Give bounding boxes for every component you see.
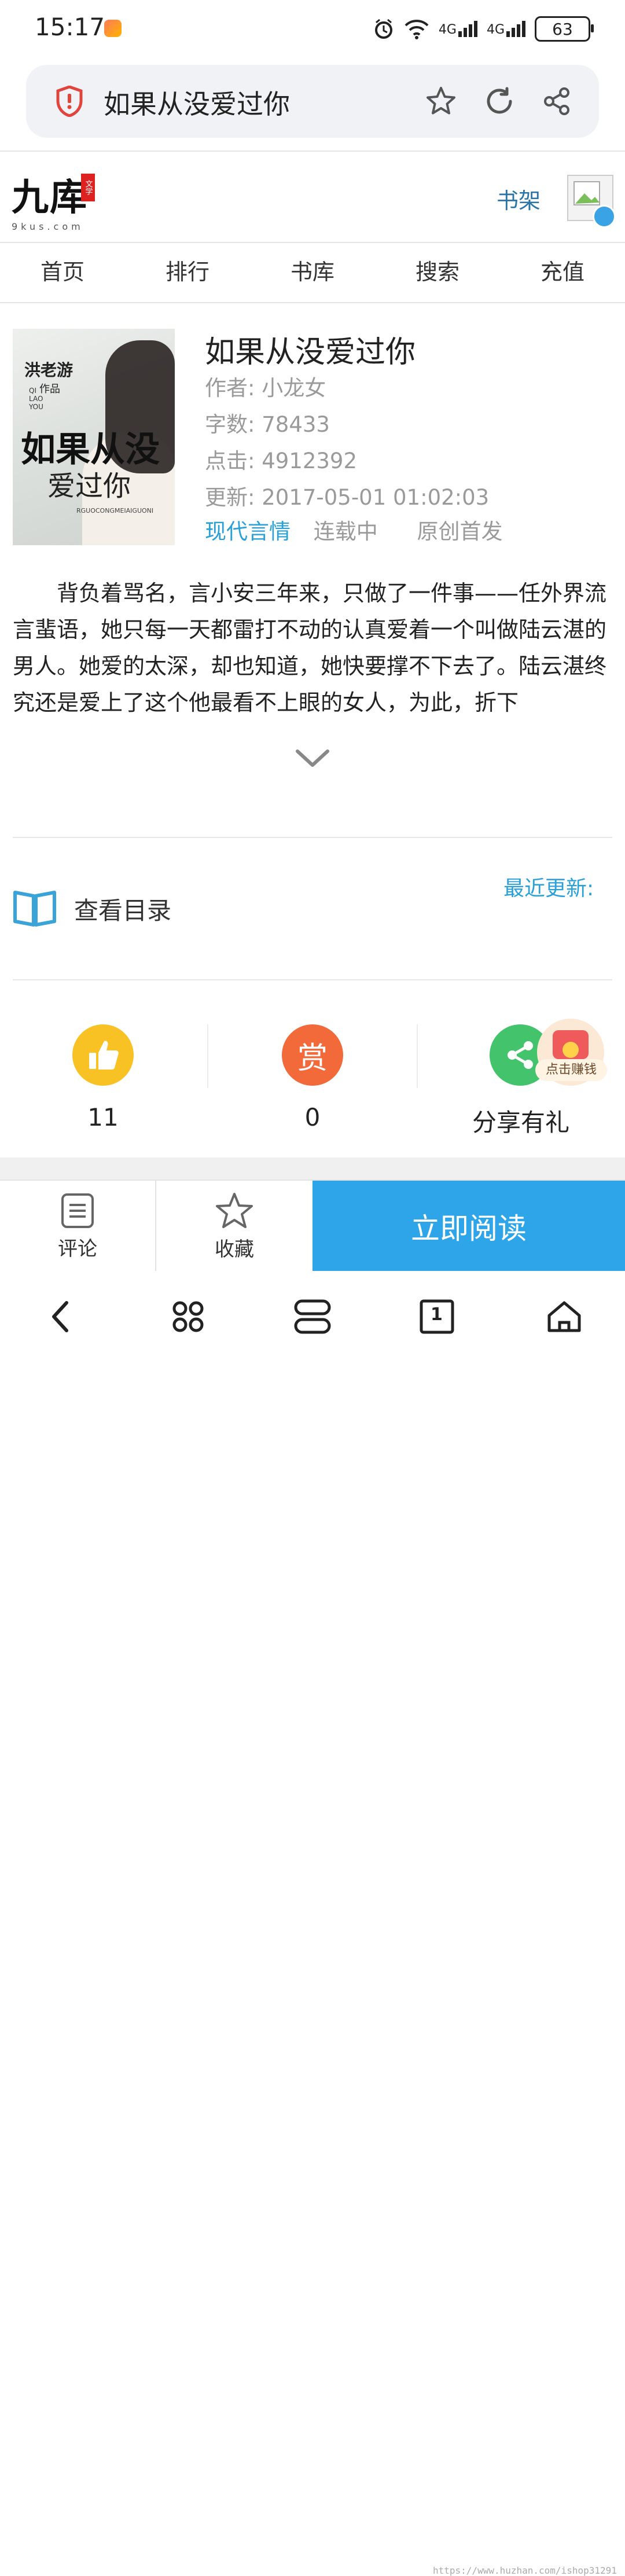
command-menu-icon[interactable] bbox=[168, 1296, 208, 1337]
like-count: 11 bbox=[87, 1103, 119, 1131]
site-nav: 首页 排行 书库 搜索 充值 bbox=[0, 242, 625, 303]
expand-chevron-down-icon[interactable] bbox=[294, 747, 331, 770]
words-label: 字数: bbox=[205, 412, 255, 437]
updated-value: 2017-05-01 01:02:03 bbox=[262, 485, 490, 510]
mascot-face-icon bbox=[562, 1042, 579, 1058]
bookshelf-link[interactable]: 书架 bbox=[497, 183, 541, 215]
cellular-signal-2-icon: 4G bbox=[487, 21, 525, 37]
open-book-icon[interactable] bbox=[13, 888, 57, 928]
author-label: 作者: bbox=[205, 376, 255, 400]
watermark: https://www.huzhan.com/ishop31291 bbox=[433, 2565, 617, 2576]
page-title-in-address-bar[interactable]: 如果从没爱过你 bbox=[104, 83, 290, 122]
book-action-bar: 评论 收藏 立即阅读 bbox=[0, 1179, 625, 1272]
logo-text: 九库 bbox=[12, 176, 88, 219]
cover-pinyin: QI LAO YOU bbox=[29, 387, 43, 411]
comment-document-icon bbox=[61, 1193, 94, 1228]
action-divider bbox=[207, 1024, 208, 1088]
cellular-signal-1-icon: 4G bbox=[439, 21, 477, 37]
site-logo[interactable]: 九库 9kus.com bbox=[12, 168, 116, 232]
book-tags: 现代言情 连载中 原创首发 bbox=[205, 514, 503, 545]
reward-icon-text: 赏 bbox=[297, 1041, 328, 1076]
view-catalog-link[interactable]: 查看目录 bbox=[74, 891, 171, 927]
back-arrow-icon[interactable] bbox=[41, 1296, 81, 1337]
security-shield-icon[interactable] bbox=[56, 86, 83, 117]
origin-tag: 原创首发 bbox=[417, 519, 503, 544]
nav-recharge[interactable]: 充值 bbox=[500, 242, 625, 302]
site-header: 九库 9kus.com 文学 书架 bbox=[0, 150, 625, 243]
cover-title-line2: 爱过你 bbox=[47, 470, 131, 502]
multitask-icon[interactable] bbox=[292, 1296, 333, 1337]
status-time: 15:17 bbox=[35, 13, 105, 41]
book-title: 如果从没爱过你 bbox=[205, 335, 416, 370]
nav-search[interactable]: 搜索 bbox=[375, 242, 500, 302]
updated-label: 更新: bbox=[205, 485, 255, 510]
clicks-value: 4912392 bbox=[262, 449, 358, 473]
home-icon[interactable] bbox=[544, 1296, 584, 1337]
book-author: 作者: 小龙女 bbox=[205, 370, 326, 402]
reward-button[interactable]: 赏 bbox=[282, 1024, 343, 1086]
logo-seal: 文学 bbox=[81, 174, 95, 201]
book-updated: 更新: 2017-05-01 01:02:03 bbox=[205, 480, 489, 511]
clicks-label: 点击: bbox=[205, 449, 255, 473]
thumbs-up-icon bbox=[89, 1041, 119, 1070]
share-label: 分享有礼 bbox=[472, 1108, 569, 1137]
battery-indicator: 63 bbox=[535, 16, 594, 42]
earn-money-label[interactable]: 点击赚钱 bbox=[535, 1059, 607, 1081]
read-now-button[interactable]: 立即阅读 bbox=[312, 1181, 625, 1272]
nav-library[interactable]: 书库 bbox=[250, 242, 375, 302]
cover-author-suffix: 作品 bbox=[39, 383, 60, 395]
reward-count: 0 bbox=[304, 1103, 321, 1131]
status-bar: 15:17 4G 4G 63 bbox=[0, 0, 625, 58]
book-clicks: 点击: 4912392 bbox=[205, 443, 357, 475]
browser-address-bar[interactable]: 如果从没爱过你 bbox=[26, 65, 599, 138]
signal-2-label: 4G bbox=[486, 23, 505, 37]
app-notification-icon bbox=[104, 20, 122, 37]
tab-count: 1 bbox=[431, 1304, 443, 1325]
system-navigation-bar: 1 https://www.huzhan.com/ishop31291 bbox=[0, 1271, 625, 2576]
share-icon bbox=[508, 1041, 533, 1069]
star-icon bbox=[216, 1192, 253, 1228]
divider bbox=[13, 979, 612, 980]
action-divider bbox=[417, 1024, 418, 1088]
logo-domain: 9kus.com bbox=[12, 221, 84, 232]
comment-label: 评论 bbox=[58, 1237, 97, 1261]
words-value: 78433 bbox=[262, 412, 330, 437]
recent-update-label[interactable]: 最近更新: bbox=[503, 872, 594, 902]
share-page-icon[interactable] bbox=[536, 81, 577, 122]
tabs-icon[interactable]: 1 bbox=[417, 1296, 457, 1337]
nav-home[interactable]: 首页 bbox=[0, 242, 125, 302]
status-tag: 连载中 bbox=[313, 519, 378, 544]
section-separator bbox=[0, 1157, 625, 1179]
alarm-icon bbox=[374, 19, 392, 39]
favorite-button[interactable]: 收藏 bbox=[156, 1181, 312, 1272]
signal-1-label: 4G bbox=[438, 23, 457, 37]
comment-button[interactable]: 评论 bbox=[0, 1181, 156, 1272]
refresh-icon[interactable] bbox=[479, 81, 520, 122]
book-description: 背负着骂名，言小安三年来，只做了一件事——任外界流言蜚语，她只每一天都雷打不动的… bbox=[13, 580, 607, 715]
book-cover[interactable]: 洪老游 作品 QI LAO YOU 如果从没 爱过你 RGUOCONGMEIAI… bbox=[13, 329, 175, 545]
wifi-icon bbox=[405, 20, 429, 39]
favorite-label: 收藏 bbox=[215, 1237, 254, 1261]
notification-bell-icon[interactable] bbox=[593, 205, 616, 228]
bookmark-star-icon[interactable] bbox=[421, 81, 461, 122]
author-value[interactable]: 小龙女 bbox=[262, 376, 326, 400]
book-word-count: 字数: 78433 bbox=[205, 407, 330, 438]
divider bbox=[13, 837, 612, 838]
category-tag[interactable]: 现代言情 bbox=[205, 519, 291, 544]
nav-ranking[interactable]: 排行 bbox=[125, 242, 250, 302]
cover-title-en: RGUOCONGMEIAIGUONI bbox=[76, 507, 154, 515]
cover-author-name: 洪老游 bbox=[24, 361, 73, 380]
status-indicators: 4G 4G 63 bbox=[373, 14, 594, 44]
like-button[interactable] bbox=[72, 1024, 134, 1086]
